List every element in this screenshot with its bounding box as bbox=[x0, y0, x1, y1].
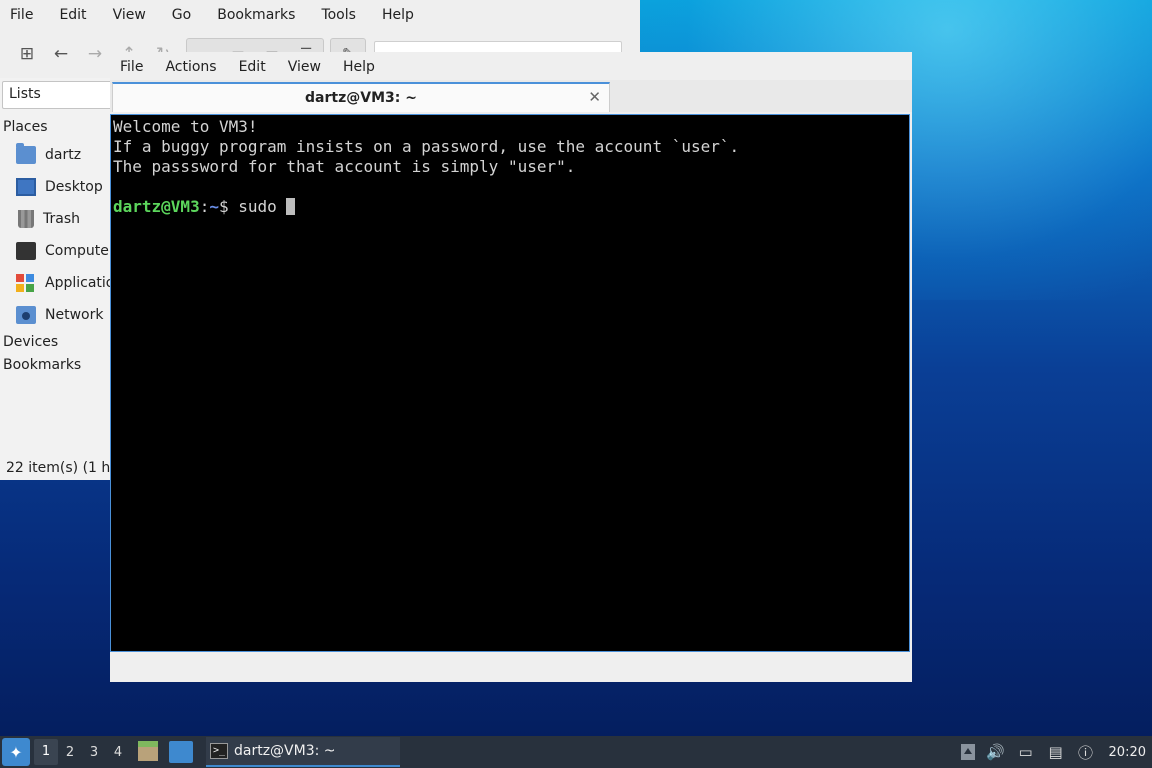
text-cursor bbox=[286, 198, 296, 215]
sidebar-item-label: Trash bbox=[43, 211, 80, 227]
prompt-separator: : bbox=[199, 197, 210, 216]
workspace-4[interactable]: 4 bbox=[106, 745, 130, 760]
back-arrow-icon[interactable]: ← bbox=[44, 39, 78, 69]
volume-icon[interactable]: 🔊 bbox=[985, 741, 1007, 763]
terminal-line: The passsword for that account is simply… bbox=[113, 157, 576, 176]
term-menu-edit[interactable]: Edit bbox=[233, 59, 272, 75]
file-manager-launcher-icon[interactable] bbox=[138, 741, 162, 763]
typed-command: sudo bbox=[238, 197, 287, 216]
terminal-icon: >_ bbox=[210, 743, 228, 759]
terminal-line: Welcome to VM3! bbox=[113, 117, 258, 136]
taskbar-terminal-item[interactable]: >_ dartz@VM3: ~ bbox=[206, 737, 400, 767]
workspace-1[interactable]: 1 bbox=[34, 739, 58, 765]
file-manager-menubar: File Edit View Go Bookmarks Tools Help bbox=[0, 0, 640, 30]
taskbar: ✦ 1 2 3 4 >_ dartz@VM3: ~ 🔊 ▭ ▤ ⓘ 20:20 bbox=[0, 736, 1152, 768]
fm-menu-view[interactable]: View bbox=[107, 7, 152, 23]
term-menu-actions[interactable]: Actions bbox=[159, 59, 222, 75]
clipboard-icon[interactable]: ▤ bbox=[1045, 741, 1067, 763]
computer-icon bbox=[16, 242, 36, 260]
prompt-path: ~ bbox=[209, 197, 219, 216]
sidebar-item-label: Computer bbox=[45, 243, 115, 259]
sidebar-item-label: dartz bbox=[45, 147, 82, 163]
prompt-symbol: $ bbox=[218, 197, 239, 216]
workspace-2[interactable]: 2 bbox=[58, 745, 82, 760]
terminal-menubar: File Actions Edit View Help bbox=[110, 52, 912, 82]
sidebar-item-label: Desktop bbox=[45, 179, 103, 195]
terminal-tabbar: dartz@VM3: ~ ✕ bbox=[110, 80, 912, 112]
sidebar-item-applications[interactable]: Applications bbox=[16, 270, 116, 296]
term-menu-file[interactable]: File bbox=[114, 59, 149, 75]
fm-menu-bookmarks[interactable]: Bookmarks bbox=[211, 7, 301, 23]
terminal-line: If a buggy program insists on a password… bbox=[113, 137, 740, 156]
bookmarks-heading[interactable]: Bookmarks bbox=[3, 357, 81, 373]
taskbar-task-label: dartz@VM3: ~ bbox=[234, 743, 336, 759]
close-tab-icon[interactable]: ✕ bbox=[588, 88, 601, 106]
prompt-user: dartz@VM3 bbox=[113, 197, 200, 216]
sidebar-item-computer[interactable]: Computer bbox=[16, 238, 116, 264]
sidebar-item-label: Network bbox=[45, 307, 104, 323]
show-desktop-icon[interactable] bbox=[169, 741, 193, 763]
places-heading[interactable]: Places bbox=[3, 119, 48, 135]
terminal-tab-title: dartz@VM3: ~ bbox=[305, 90, 417, 106]
sidebar-item-trash[interactable]: Trash bbox=[16, 206, 116, 232]
tray-expand-icon[interactable] bbox=[960, 744, 975, 760]
update-notifier-icon[interactable]: ⓘ bbox=[1075, 741, 1097, 763]
sidebar-item-dartz[interactable]: dartz bbox=[16, 142, 116, 168]
new-tab-icon[interactable]: ⊞ bbox=[10, 39, 44, 69]
desktop-icon bbox=[16, 178, 36, 196]
sidebar-mode-select[interactable]: Lists bbox=[2, 81, 114, 109]
terminal-window: File Actions Edit View Help dartz@VM3: ~… bbox=[110, 52, 912, 682]
terminal-output[interactable]: Welcome to VM3! If a buggy program insis… bbox=[110, 114, 910, 652]
sidebar-item-network[interactable]: Network bbox=[16, 302, 116, 328]
trash-icon bbox=[18, 210, 34, 228]
term-menu-view[interactable]: View bbox=[282, 59, 327, 75]
sidebar-item-label: Applications bbox=[45, 275, 116, 291]
fm-menu-help[interactable]: Help bbox=[376, 7, 420, 23]
terminal-tab[interactable]: dartz@VM3: ~ ✕ bbox=[112, 82, 610, 112]
clock[interactable]: 20:20 bbox=[1109, 745, 1146, 760]
devices-heading[interactable]: Devices bbox=[3, 334, 58, 350]
start-menu-icon[interactable]: ✦ bbox=[2, 738, 30, 766]
fm-menu-file[interactable]: File bbox=[4, 7, 39, 23]
network-icon bbox=[16, 306, 36, 324]
applications-icon bbox=[16, 274, 36, 292]
fm-menu-go[interactable]: Go bbox=[166, 7, 197, 23]
fm-menu-tools[interactable]: Tools bbox=[315, 7, 362, 23]
network-status-icon[interactable]: ▭ bbox=[1015, 741, 1037, 763]
workspace-3[interactable]: 3 bbox=[82, 745, 106, 760]
term-menu-help[interactable]: Help bbox=[337, 59, 381, 75]
sidebar-item-desktop[interactable]: Desktop bbox=[16, 174, 116, 200]
terminal-bottom-bar bbox=[110, 652, 912, 682]
home-folder-icon bbox=[16, 143, 36, 164]
fm-menu-edit[interactable]: Edit bbox=[53, 7, 92, 23]
system-tray: 🔊 ▭ ▤ ⓘ 20:20 bbox=[960, 736, 1152, 768]
terminal-prompt-line: dartz@VM3:~$ sudo bbox=[113, 197, 907, 217]
forward-arrow-icon[interactable]: → bbox=[78, 39, 112, 69]
